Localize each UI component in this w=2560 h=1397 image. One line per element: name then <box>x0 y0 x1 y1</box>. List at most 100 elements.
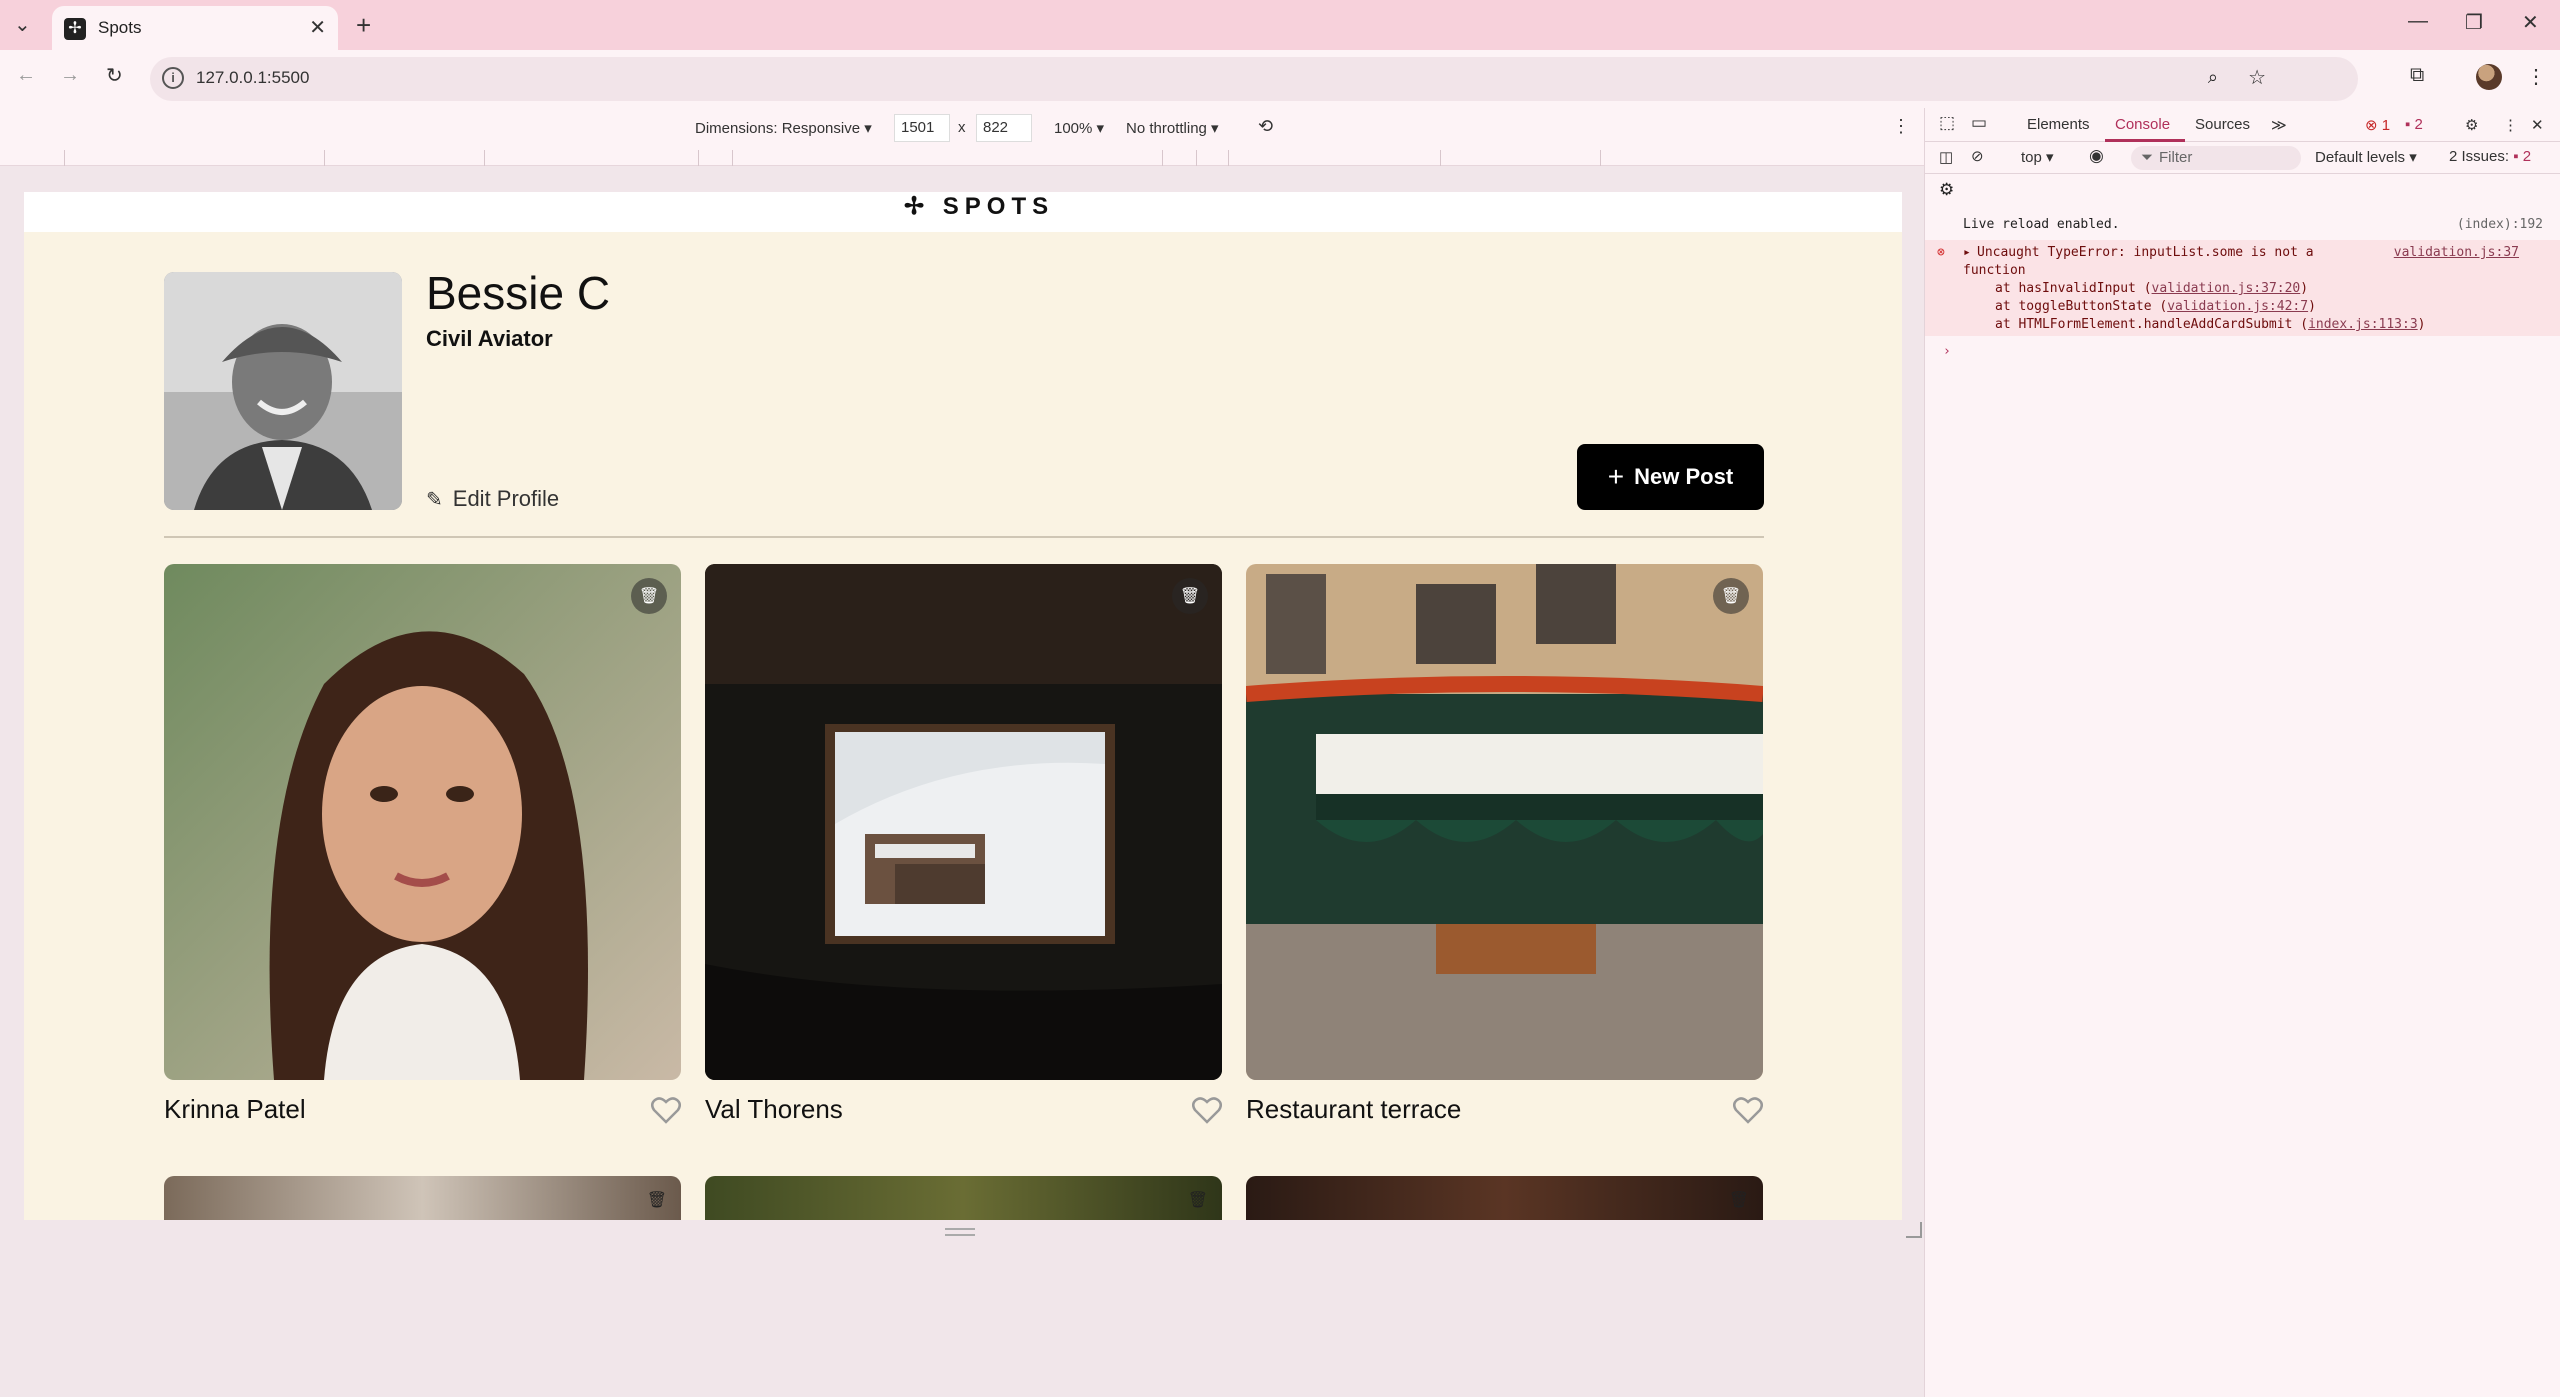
page-viewport: ✢ SPOTS Bessie C Civil Aviator ✎ Edit Pr… <box>24 192 1902 1220</box>
issues-button[interactable]: 2 Issues: ▪ 2 <box>2449 148 2531 165</box>
heart-icon <box>1733 1097 1763 1124</box>
card-image[interactable] <box>705 564 1222 1080</box>
card-image[interactable] <box>1246 564 1763 1080</box>
tab-search-chevron-icon[interactable]: ⌄ <box>14 12 31 37</box>
back-icon[interactable]: ← <box>16 64 36 87</box>
delete-card-button[interactable]: 🗑 <box>1713 578 1749 614</box>
height-input[interactable]: 822 <box>976 114 1032 142</box>
card-image-partial[interactable]: 🗑 <box>705 1176 1222 1220</box>
delete-card-button[interactable]: 🗑 <box>1729 1190 1749 1210</box>
site-logo[interactable]: ✢ SPOTS <box>904 192 1054 221</box>
tab-close-icon[interactable]: ✕ <box>309 15 326 40</box>
log-levels-select[interactable]: Default levels ▾ <box>2315 148 2417 166</box>
stack-link[interactable]: index.js:113:3 <box>2308 317 2418 332</box>
filter-icon: ⏷ <box>2141 149 2154 166</box>
browser-tab[interactable]: ✢ Spots ✕ <box>52 6 338 50</box>
delete-card-button[interactable]: 🗑 <box>1172 578 1208 614</box>
url-text: 127.0.0.1:5500 <box>196 68 310 87</box>
address-bar[interactable]: i 127.0.0.1:5500 ⌕ ☆ <box>150 57 2358 101</box>
site-info-icon[interactable]: i <box>162 67 184 89</box>
close-window-icon[interactable]: ✕ <box>2522 10 2539 35</box>
error-source-link[interactable]: validation.js:37 <box>2394 245 2519 260</box>
zoom-select[interactable]: 100% ▾ <box>1054 119 1104 137</box>
minimize-icon[interactable]: — <box>2408 10 2428 33</box>
console-message: Live reload enabled. (index):192 <box>1925 214 2560 236</box>
console-toolbar: ◫ ⊘ top ▾ ◉ ⏷ Filter Default levels ▾ 2 … <box>1925 142 2560 174</box>
console-error: ⊗ ▸ Uncaught TypeError: inputList.some i… <box>1925 240 2560 336</box>
new-tab-icon[interactable]: + <box>356 10 371 41</box>
stack-link[interactable]: validation.js:42:7 <box>2167 299 2308 314</box>
profile-avatar[interactable] <box>2476 64 2502 90</box>
reload-icon[interactable]: ↻ <box>106 63 123 88</box>
browser-toolbar: ← → ↻ i 127.0.0.1:5500 ⌕ ☆ ⧉ ⋮ <box>0 50 2560 108</box>
trash-icon: 🗑 <box>646 1192 667 1209</box>
forward-icon[interactable]: → <box>60 64 80 87</box>
profile-name: Bessie C <box>426 267 611 319</box>
error-message: Uncaught TypeError: inputList.some is no… <box>1977 245 2314 260</box>
like-button[interactable] <box>651 1096 681 1129</box>
card-image-partial[interactable]: 🗑 <box>1246 1176 1763 1220</box>
device-more-icon[interactable]: ⋮ <box>1892 116 1910 137</box>
viewport-resize-handle[interactable] <box>945 1228 975 1236</box>
trash-icon: 🗑 <box>1720 588 1742 605</box>
rotate-icon[interactable]: ⟲ <box>1258 116 1273 137</box>
devtools-tabs: ⬚ ▭ Elements Console Sources ≫ ⊗ 1 ▪ 2 ⚙… <box>1925 108 2560 142</box>
logo-mark-icon: ✢ <box>904 193 931 220</box>
throttling-select[interactable]: No throttling ▾ <box>1126 119 1219 137</box>
new-post-button[interactable]: + New Post <box>1577 444 1764 510</box>
tab-strip: ⌄ ✢ Spots ✕ + — ❐ ✕ <box>0 0 2560 50</box>
live-expression-eye-icon[interactable]: ◉ <box>2089 146 2104 166</box>
trash-icon: 🗑 <box>1187 1192 1208 1209</box>
stack-line: at toggleButtonState (validation.js:42:7… <box>1995 299 2316 314</box>
context-select[interactable]: top ▾ <box>2021 148 2054 166</box>
card-image[interactable] <box>164 564 681 1080</box>
issue-count-badge[interactable]: ▪ 2 <box>2405 116 2423 133</box>
settings-gear-icon[interactable]: ⚙ <box>2465 116 2478 134</box>
browser-menu-icon[interactable]: ⋮ <box>2526 64 2546 89</box>
edit-profile-label: Edit Profile <box>452 486 560 511</box>
times-label: x <box>958 119 966 136</box>
stack-line: at hasInvalidInput (validation.js:37:20) <box>1995 281 2309 296</box>
inspect-element-icon[interactable]: ⬚ <box>1939 113 1955 133</box>
tab-sources[interactable]: Sources <box>2195 116 2250 133</box>
console-settings-gear-icon[interactable]: ⚙ <box>1939 180 1954 200</box>
console-prompt-icon[interactable]: › <box>1943 344 1951 359</box>
viewport-resize-corner[interactable] <box>1906 1222 1922 1238</box>
device-toggle-icon[interactable]: ▭ <box>1971 113 1987 133</box>
stack-link[interactable]: validation.js:37:20 <box>2152 281 2301 296</box>
new-post-label: New Post <box>1634 464 1734 489</box>
site-header: ✢ SPOTS <box>24 192 1902 232</box>
profile-avatar-image <box>164 272 402 510</box>
device-toolbar: Dimensions: Responsive ▾ 1501 x 822 100%… <box>0 108 1924 150</box>
bookmark-star-icon[interactable]: ☆ <box>2248 65 2266 90</box>
extensions-icon[interactable]: ⧉ <box>2410 64 2424 87</box>
width-input[interactable]: 1501 <box>894 114 950 142</box>
console-text: Live reload enabled. <box>1963 217 2120 232</box>
tab-console[interactable]: Console <box>2115 116 2170 133</box>
edit-profile-button[interactable]: ✎ Edit Profile <box>426 486 559 512</box>
delete-card-button[interactable]: 🗑 <box>1188 1190 1208 1210</box>
tab-elements[interactable]: Elements <box>2027 116 2090 133</box>
sidebar-toggle-icon[interactable]: ◫ <box>1939 148 1953 166</box>
console-source[interactable]: (index):192 <box>2457 217 2543 232</box>
delete-card-button[interactable]: 🗑 <box>647 1190 667 1210</box>
expand-triangle-icon[interactable]: ▸ <box>1963 245 1971 260</box>
like-button[interactable] <box>1192 1096 1222 1129</box>
error-count-badge[interactable]: ⊗ 1 <box>2365 116 2390 134</box>
restore-icon[interactable]: ❐ <box>2465 10 2483 35</box>
dimensions-select[interactable]: Dimensions: Responsive ▾ <box>695 119 872 137</box>
more-tabs-icon[interactable]: ≫ <box>2271 116 2287 134</box>
card-image-partial[interactable]: 🗑 <box>164 1176 681 1220</box>
console-filter-input[interactable]: ⏷ Filter <box>2131 146 2301 170</box>
pencil-icon: ✎ <box>426 488 443 511</box>
devtools-menu-icon[interactable]: ⋮ <box>2503 116 2518 134</box>
clear-console-icon[interactable]: ⊘ <box>1971 147 1984 165</box>
zoom-icon[interactable]: ⌕ <box>2208 67 2218 88</box>
like-button[interactable] <box>1733 1096 1763 1129</box>
tab-title: Spots <box>98 18 142 37</box>
devtools-panel: ⬚ ▭ Elements Console Sources ≫ ⊗ 1 ▪ 2 ⚙… <box>1924 108 2560 1397</box>
delete-card-button[interactable]: 🗑 <box>631 578 667 614</box>
close-devtools-icon[interactable]: ✕ <box>2531 116 2544 134</box>
media-query-ruler <box>0 150 1924 166</box>
error-icon: ⊗ <box>1937 245 1945 260</box>
